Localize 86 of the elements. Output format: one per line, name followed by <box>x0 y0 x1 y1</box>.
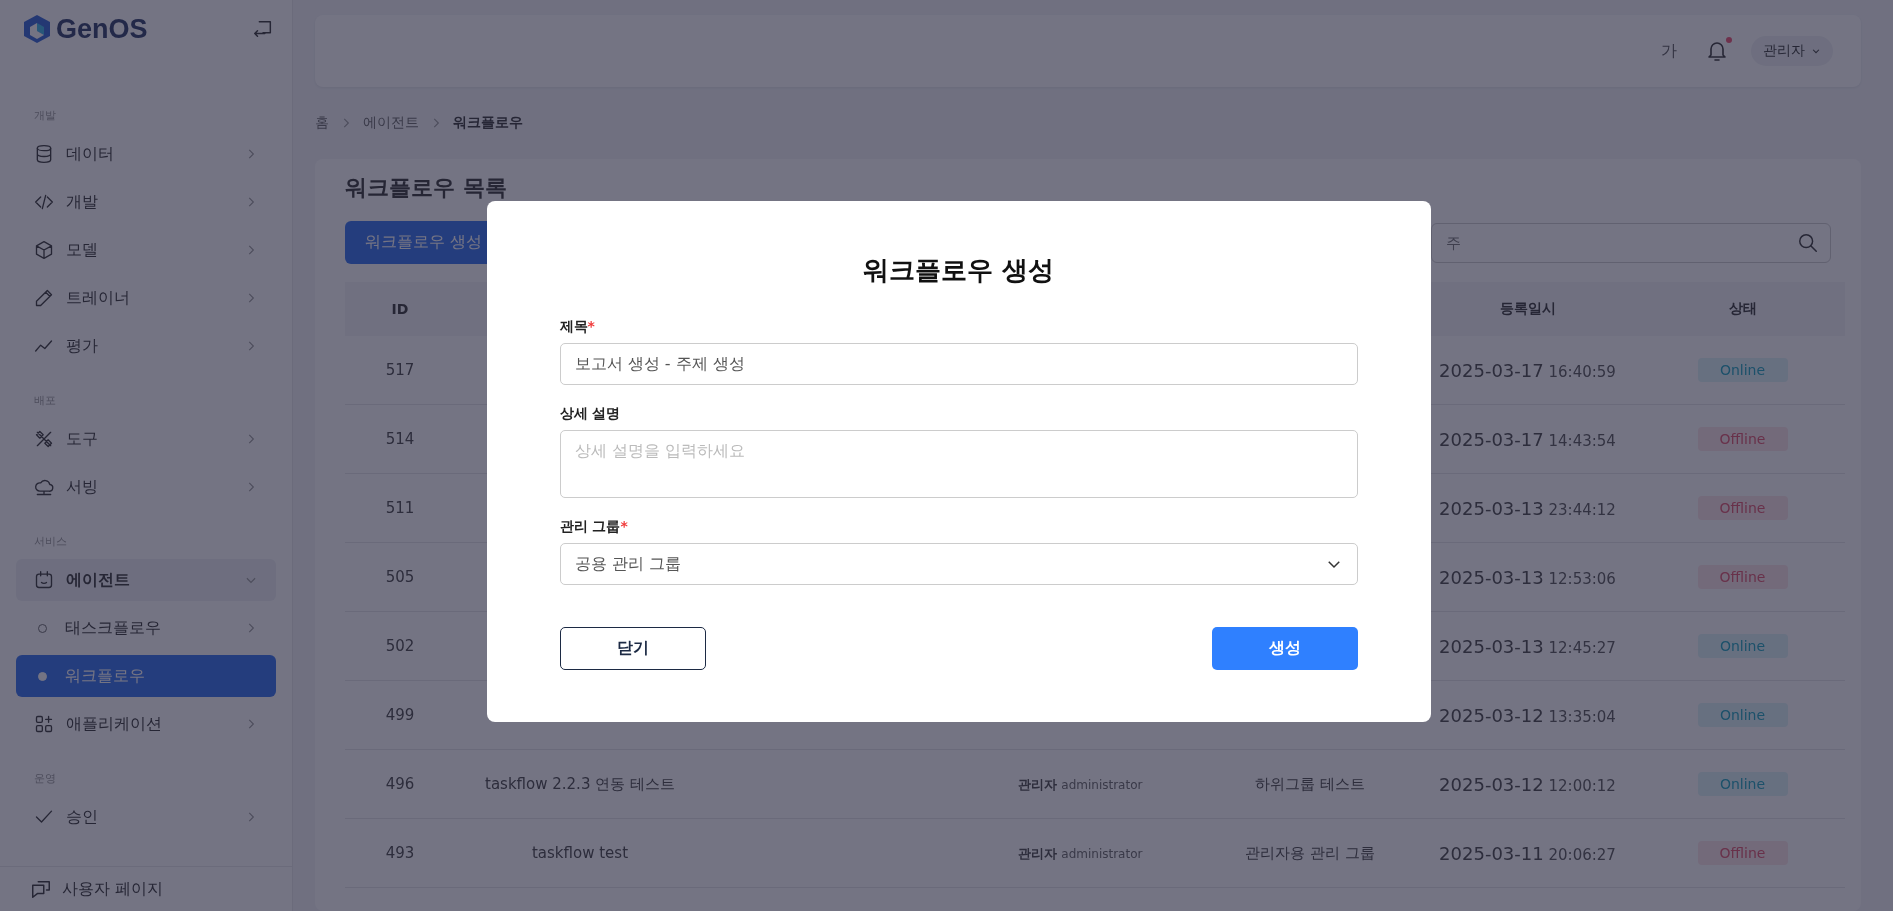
page-title: 워크플로우 목록 <box>345 174 508 202</box>
dialog-title: 워크플로우 생성 <box>861 254 1056 287</box>
sidebar-item[interactable]: 애플리케이션 <box>16 703 276 745</box>
status-badge: Online <box>1697 634 1788 658</box>
bell-icon <box>1705 39 1729 63</box>
title-field[interactable]: 보고서 생성 - 주제 생성 <box>559 343 1358 385</box>
sidebar-item[interactable]: 에이전트 <box>16 559 276 601</box>
time-text: 16:40:59 <box>1548 362 1616 381</box>
id-cell: 505 <box>385 568 415 586</box>
description-field[interactable]: 상세 설명을 입력하세요 <box>559 430 1358 498</box>
owner-name: 관리자 <box>1017 844 1057 863</box>
sidebar-item[interactable]: 워크플로우 <box>16 655 276 697</box>
field-label: 상세 설명 <box>559 405 621 421</box>
column-header: ID <box>391 301 409 317</box>
font-size-button[interactable]: 가 <box>1655 39 1683 63</box>
sidebar-item[interactable]: 평가 <box>16 325 276 367</box>
name-cell: taskflow 2.2.3 연동 테스트 <box>485 774 675 794</box>
date-text: 2025-03-12 <box>1439 704 1544 726</box>
id-cell: 502 <box>385 637 415 655</box>
owner-name: 관리자 <box>1017 775 1057 794</box>
owner-role: administrator <box>1061 777 1143 792</box>
status-badge: Offline <box>1697 496 1788 520</box>
cloud-icon <box>34 477 54 497</box>
time-text: 13:35:04 <box>1548 707 1616 726</box>
time-text: 14:43:54 <box>1548 431 1616 450</box>
time-text: 23:44:12 <box>1548 500 1616 519</box>
create-button[interactable]: 생성 <box>1211 627 1358 670</box>
status-badge: Offline <box>1697 427 1788 451</box>
column-header: 등록일시 <box>1499 300 1556 316</box>
user-page-link[interactable]: 사용자 페이지 <box>0 866 292 911</box>
date-text: 2025-03-17 <box>1439 428 1544 450</box>
user-menu[interactable]: 관리자 <box>1751 36 1833 66</box>
name-cell: taskflow test <box>531 844 628 862</box>
chat-bubbles-icon <box>30 878 52 900</box>
tools-icon <box>34 429 54 449</box>
group-select[interactable]: 공용 관리 그룹 <box>559 543 1358 585</box>
status-badge: Offline <box>1697 565 1788 589</box>
close-button[interactable]: 닫기 <box>559 627 706 670</box>
date-text: 2025-03-13 <box>1439 635 1544 657</box>
date-text: 2025-03-12 <box>1439 773 1544 795</box>
sidebar-item[interactable]: 모델 <box>16 229 276 271</box>
id-cell: 493 <box>385 844 415 862</box>
field-label: 관리 그룹* <box>559 518 628 534</box>
cube-icon <box>34 240 54 260</box>
owner-role: administrator <box>1061 846 1143 861</box>
pencil-icon <box>34 288 54 308</box>
logo-text: GenOS <box>56 13 148 45</box>
bullet-icon <box>38 671 47 681</box>
field-label: 제목* <box>559 318 595 334</box>
sidebar-item[interactable]: 승인 <box>16 796 276 838</box>
sidebar-item[interactable]: 도구 <box>16 418 276 460</box>
sidebar-item[interactable]: 서빙 <box>16 466 276 508</box>
collapse-sidebar-icon <box>252 18 274 40</box>
group-cell: 하위그룹 테스트 <box>1255 774 1365 794</box>
time-text: 12:45:27 <box>1548 638 1616 657</box>
sidebar-item[interactable]: 트레이너 <box>16 277 276 319</box>
breadcrumb-item: 워크플로우 <box>453 114 523 132</box>
date-text: 2025-03-17 <box>1439 359 1544 381</box>
apps-grid-icon <box>34 714 54 734</box>
status-badge: Online <box>1697 358 1788 382</box>
date-text: 2025-03-13 <box>1439 566 1544 588</box>
chevron-down-icon <box>1811 46 1821 56</box>
id-cell: 499 <box>385 706 415 724</box>
time-text: 12:00:12 <box>1548 776 1616 795</box>
calendar-face-icon <box>34 570 54 590</box>
date-text: 2025-03-11 <box>1439 842 1544 864</box>
sidebar-item[interactable]: 개발 <box>16 181 276 223</box>
sidebar-item[interactable]: 태스크플로우 <box>16 607 276 649</box>
id-cell: 496 <box>385 775 415 793</box>
code-icon <box>34 192 54 212</box>
status-badge: Online <box>1697 772 1788 796</box>
notification-bell[interactable] <box>1705 39 1729 63</box>
id-cell: 517 <box>385 361 415 379</box>
status-badge: Online <box>1697 703 1788 727</box>
time-text: 20:06:27 <box>1548 845 1616 864</box>
date-text: 2025-03-13 <box>1439 497 1544 519</box>
logo-icon <box>24 15 50 43</box>
search-icon <box>1797 231 1819 254</box>
column-header: 상태 <box>1728 300 1757 316</box>
id-cell: 514 <box>385 430 415 448</box>
group-cell: 관리자용 관리 그룹 <box>1245 843 1375 863</box>
time-text: 12:53:06 <box>1548 569 1616 588</box>
status-badge: Offline <box>1697 841 1788 865</box>
id-cell: 511 <box>385 499 415 517</box>
sidebar-item[interactable]: 데이터 <box>16 133 276 175</box>
database-icon <box>34 144 54 164</box>
